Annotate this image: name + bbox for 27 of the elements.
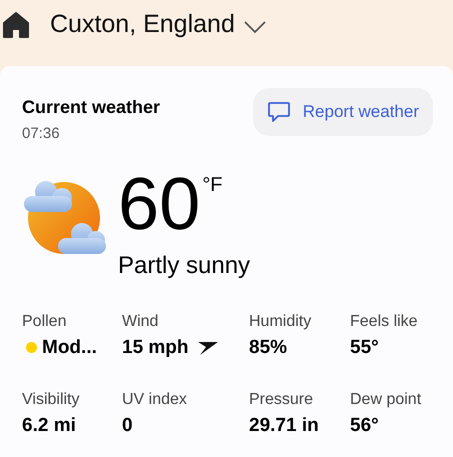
detail-label: Humidity	[249, 312, 312, 332]
wind-direction-icon	[196, 340, 219, 356]
detail-value: 85%	[249, 336, 288, 360]
detail-label: Dew point	[350, 390, 422, 410]
location-name[interactable]: Cuxton, England	[50, 6, 235, 44]
detail-label: UV index	[122, 390, 188, 410]
detail-label: Wind	[122, 312, 160, 332]
condition-text: Partly sunny	[118, 250, 250, 280]
detail-value: Mod...	[42, 336, 97, 360]
detail-label: Visibility	[22, 390, 80, 410]
detail-value: 0	[122, 414, 133, 438]
detail-value: 6.2 mi	[22, 414, 76, 438]
detail-value: 15 mph	[122, 336, 189, 360]
report-weather-button[interactable]: Report weather	[252, 88, 433, 136]
detail-value: 56°	[350, 414, 379, 438]
temperature: 60	[118, 166, 200, 242]
detail-value: 29.71 in	[249, 414, 319, 438]
detail-value: 55°	[350, 336, 379, 360]
home-icon[interactable]	[2, 11, 30, 39]
detail-label: Pressure	[249, 390, 314, 410]
chat-bubble-icon	[266, 101, 291, 123]
temperature-unit: °F	[202, 172, 223, 198]
chevron-down-icon[interactable]	[242, 20, 267, 34]
detail-label: Feels like	[350, 312, 419, 332]
detail-label: Pollen	[22, 312, 68, 332]
update-time: 07:36	[22, 124, 61, 144]
card-title: Current weather	[22, 96, 160, 119]
